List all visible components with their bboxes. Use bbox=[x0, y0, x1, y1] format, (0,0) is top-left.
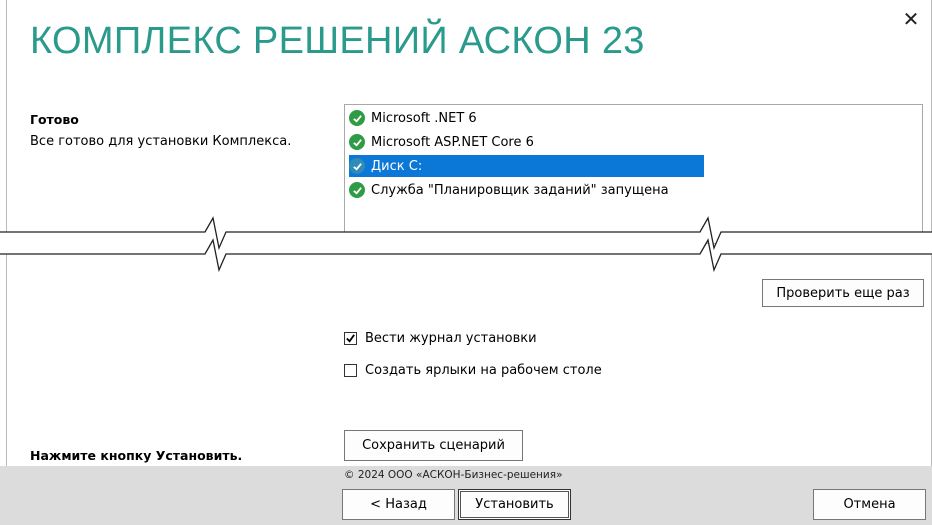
status-title: Готово bbox=[30, 112, 79, 127]
back-button[interactable]: < Назад bbox=[342, 489, 455, 520]
check-ok-icon bbox=[349, 182, 365, 198]
cancel-button[interactable]: Отмена bbox=[813, 489, 926, 520]
list-item-label: Служба "Планировщик заданий" запущена bbox=[371, 182, 669, 198]
check-ok-icon bbox=[349, 158, 365, 174]
install-button[interactable]: Установить bbox=[458, 489, 571, 520]
recheck-button[interactable]: Проверить еще раз bbox=[762, 279, 924, 307]
shortcuts-checkbox[interactable] bbox=[344, 364, 357, 377]
torn-edge-divider bbox=[0, 216, 932, 272]
list-item[interactable]: Служба "Планировщик заданий" запущена bbox=[349, 179, 669, 201]
list-item-label: Microsoft .NET 6 bbox=[371, 110, 477, 126]
close-icon[interactable]: ✕ bbox=[900, 8, 922, 30]
list-item[interactable]: Microsoft .NET 6 bbox=[349, 107, 477, 129]
log-option-label: Вести журнал установки bbox=[365, 331, 537, 346]
shortcuts-option[interactable]: Создать ярлыки на рабочем столе bbox=[344, 363, 602, 378]
list-item-selected[interactable]: Диск C: bbox=[349, 155, 705, 177]
install-hint: Нажмите кнопку Установить. bbox=[30, 448, 243, 463]
log-option[interactable]: Вести журнал установки bbox=[344, 331, 537, 346]
list-item-label: Диск C: bbox=[371, 158, 423, 174]
check-ok-icon bbox=[349, 110, 365, 126]
status-description: Все готово для установки Комплекса. bbox=[30, 134, 292, 149]
window-title: КОМПЛЕКС РЕШЕНИЙ АСКОН 23 bbox=[30, 20, 645, 62]
save-scenario-button[interactable]: Сохранить сценарий bbox=[344, 430, 523, 461]
shortcuts-option-label: Создать ярлыки на рабочем столе bbox=[365, 363, 602, 378]
list-item[interactable]: Microsoft ASP.NET Core 6 bbox=[349, 131, 534, 153]
copyright-text: © 2024 ООО «АСКОН-Бизнес-решения» bbox=[344, 469, 563, 481]
log-checkbox[interactable] bbox=[344, 332, 357, 345]
check-ok-icon bbox=[349, 134, 365, 150]
list-item-label: Microsoft ASP.NET Core 6 bbox=[371, 134, 534, 150]
